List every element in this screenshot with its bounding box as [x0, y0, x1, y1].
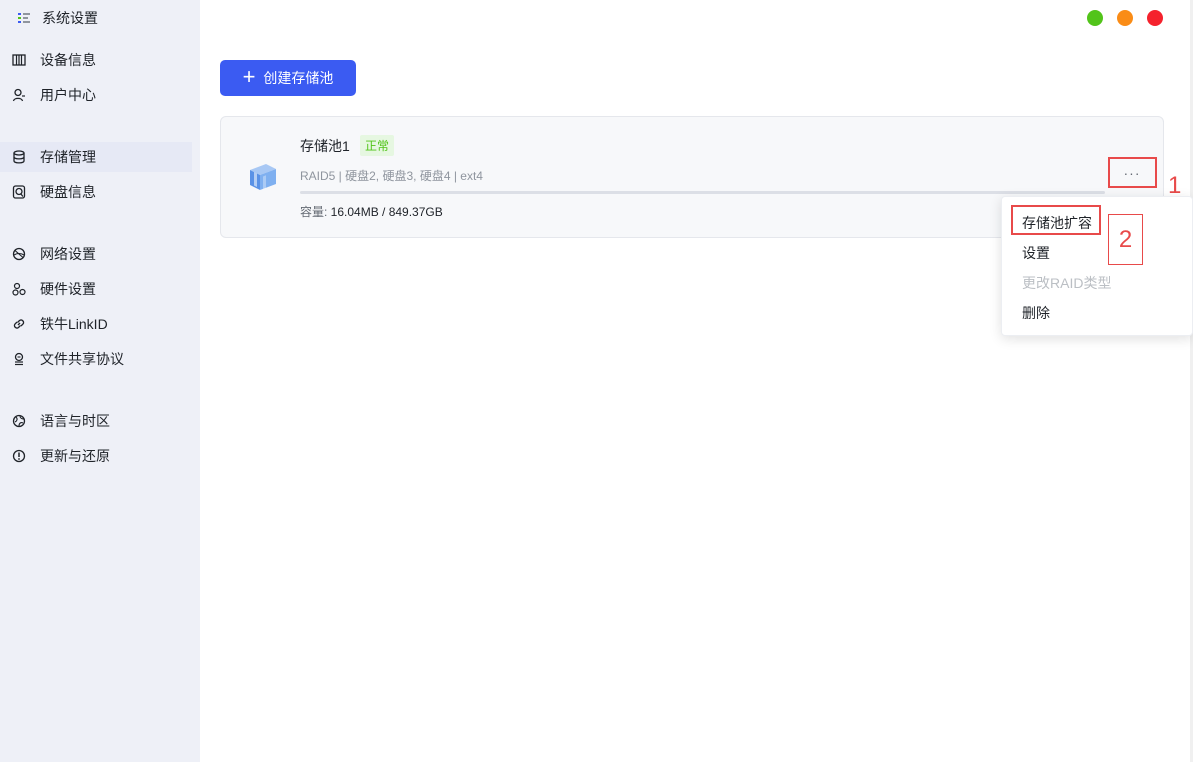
sidebar-item-file-share[interactable]: 文件共享协议	[0, 344, 192, 374]
globe-icon	[12, 414, 26, 428]
sidebar-item-label: 网络设置	[40, 246, 96, 262]
disk-icon	[12, 185, 26, 199]
sidebar-item-label: 设备信息	[40, 52, 96, 68]
status-badge: 正常	[360, 135, 395, 156]
sidebar-item-linkid[interactable]: 铁牛LinkID	[0, 309, 192, 339]
hardware-icon	[12, 282, 26, 296]
sidebar-item-network[interactable]: 网络设置	[0, 239, 192, 269]
sidebar-item-hardware[interactable]: 硬件设置	[0, 274, 192, 304]
menu-item-delete[interactable]: 删除	[1022, 303, 1050, 323]
capacity-value: 16.04MB / 849.37GB	[330, 205, 443, 219]
sidebar-item-label: 更新与还原	[40, 448, 110, 464]
annotation-highlight-2	[1011, 205, 1101, 235]
sidebar-item-label: 用户中心	[40, 87, 96, 103]
sidebar-item-disk-info[interactable]: 硬盘信息	[0, 177, 192, 207]
pool-name: 存储池1	[300, 138, 350, 154]
sidebar-item-language[interactable]: 语言与时区	[0, 406, 192, 436]
link-icon	[12, 317, 26, 331]
sidebar-item-user-center[interactable]: 用户中心	[0, 80, 192, 110]
sidebar-item-label: 存储管理	[40, 149, 96, 165]
close-button[interactable]	[1147, 10, 1163, 26]
database-icon	[12, 150, 26, 164]
sidebar-item-label: 语言与时区	[40, 413, 110, 429]
app-title-text: 系统设置	[42, 10, 98, 26]
annotation-highlight-1	[1108, 157, 1157, 188]
user-icon	[12, 88, 26, 102]
settings-app-icon	[17, 11, 31, 25]
maximize-button[interactable]	[1087, 10, 1103, 26]
sidebar-item-storage[interactable]: 存储管理	[0, 142, 192, 172]
sidebar-item-device-info[interactable]: 设备信息	[0, 45, 192, 75]
create-pool-button[interactable]: + 创建存储池	[220, 60, 356, 96]
storage-pool-icon	[246, 160, 280, 194]
minimize-button[interactable]	[1117, 10, 1133, 26]
device-info-icon	[12, 53, 26, 67]
pool-capacity: 容量: 16.04MB / 849.37GB	[300, 203, 443, 220]
menu-item-change-raid: 更改RAID类型	[1022, 275, 1112, 291]
sidebar-item-label: 文件共享协议	[40, 351, 124, 367]
sidebar-item-label: 硬盘信息	[40, 184, 96, 200]
sidebar: 系统设置 设备信息 用户中心 存储管理 硬盘信息 网络设置 硬件设置 铁牛Lin…	[0, 0, 200, 762]
capacity-label: 容量:	[300, 205, 331, 219]
sidebar-item-update[interactable]: 更新与还原	[0, 441, 192, 471]
pool-meta: RAID5 | 硬盘2, 硬盘3, 硬盘4 | ext4	[300, 169, 483, 183]
app-title: 系统设置	[17, 8, 98, 28]
sidebar-item-label: 硬件设置	[40, 281, 96, 297]
network-icon	[12, 247, 26, 261]
menu-item-settings[interactable]: 设置	[1022, 243, 1050, 263]
annotation-step-2: 2	[1108, 214, 1143, 265]
file-share-icon	[12, 352, 26, 366]
create-pool-label: 创建存储池	[263, 70, 334, 86]
sidebar-item-label: 铁牛LinkID	[40, 316, 108, 332]
capacity-progress-bar	[300, 191, 1105, 194]
plus-icon: +	[242, 64, 256, 89]
info-icon	[12, 449, 26, 463]
